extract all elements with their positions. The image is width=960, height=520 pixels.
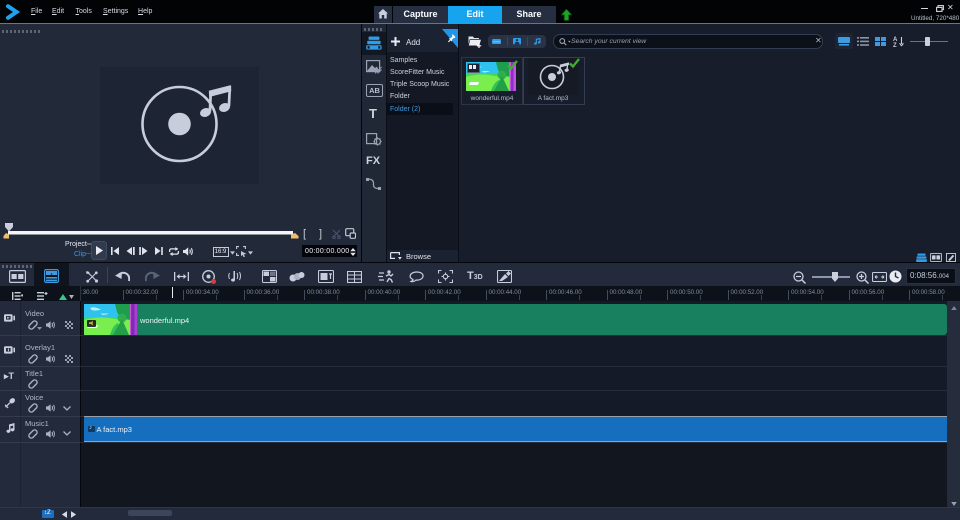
svg-text:Z: Z: [893, 43, 897, 47]
